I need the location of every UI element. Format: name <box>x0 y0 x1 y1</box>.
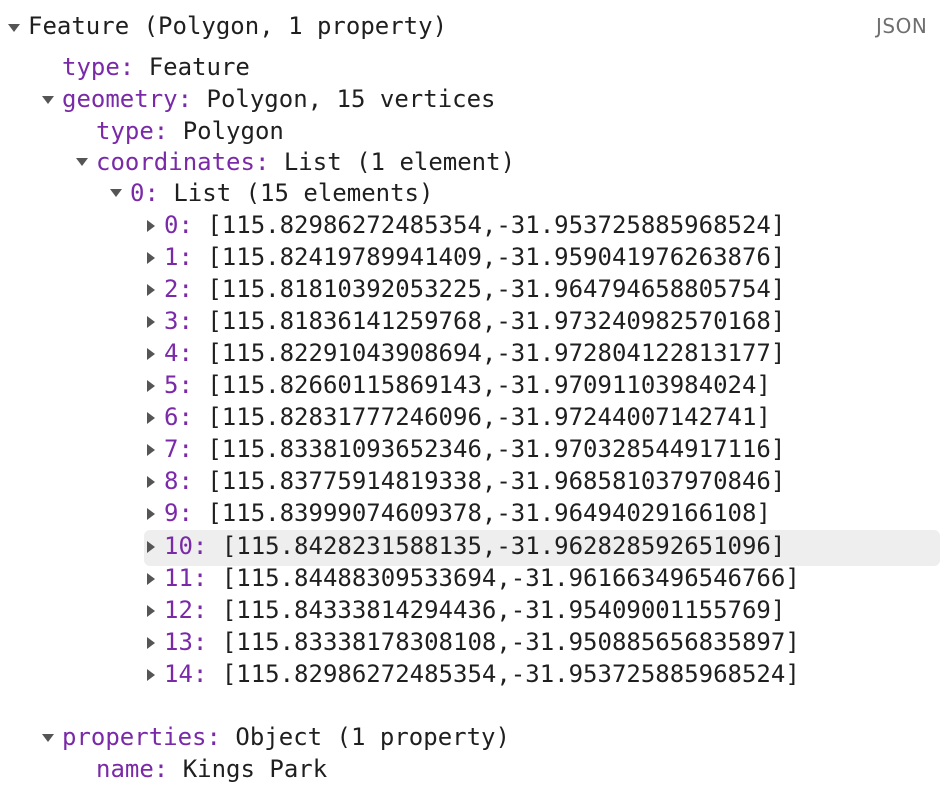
vertex-key: 3: <box>164 307 193 335</box>
property-name-key: name: <box>96 755 169 783</box>
vertex-row[interactable]: 2: [115.81810392053225,-31.9647946588057… <box>164 273 785 305</box>
ring-expand-icon[interactable] <box>110 189 122 197</box>
coordinates-key: coordinates: <box>96 148 270 176</box>
vertex-key: 5: <box>164 371 193 399</box>
coordinates-expand-icon[interactable] <box>76 158 88 166</box>
vertex-row[interactable]: 0: [115.82986272485354,-31.9537258859685… <box>164 209 785 241</box>
vertex-value: [115.81810392053225,-31.964794658805754] <box>207 275 786 303</box>
vertex-value: [115.82986272485354,-31.953725885968524] <box>207 211 786 239</box>
vertex-key: 7: <box>164 435 193 463</box>
coordinates-row[interactable]: coordinates: List (1 element) <box>96 146 515 178</box>
vertex-expand-icon[interactable] <box>147 605 155 617</box>
vertex-key: 12: <box>164 596 208 624</box>
vertex-expand-icon[interactable] <box>147 252 155 264</box>
vertex-expand-icon[interactable] <box>147 508 155 520</box>
vertex-value: [115.82291043908694,-31.972804122813177] <box>207 339 786 367</box>
vertex-row[interactable]: 8: [115.83775914819338,-31.9685810379708… <box>164 465 785 497</box>
vertex-row[interactable]: 11: [115.84488309533694,-31.961663496546… <box>164 562 800 594</box>
expand-triangle-icon[interactable] <box>8 24 20 32</box>
vertex-row[interactable]: 6: [115.82831777246096,-31.9724400714274… <box>164 401 771 433</box>
ring-summary: List (15 elements) <box>173 179 434 207</box>
geometry-row[interactable]: geometry: Polygon, 15 vertices <box>62 83 495 115</box>
vertex-key: 10: <box>164 532 208 560</box>
vertex-row-hovered[interactable]: 10: [115.8428231588135,-31.9628285926510… <box>164 530 785 562</box>
vertex-key: 2: <box>164 275 193 303</box>
vertex-expand-icon[interactable] <box>147 380 155 392</box>
vertex-key: 6: <box>164 403 193 431</box>
vertex-expand-icon[interactable] <box>147 541 155 553</box>
vertex-value: [115.82419789941409,-31.959041976263876] <box>207 243 786 271</box>
vertex-row[interactable]: 5: [115.82660115869143,-31.9709110398402… <box>164 369 771 401</box>
vertex-key: 14: <box>164 660 208 688</box>
vertex-value: [115.82660115869143,-31.97091103984024] <box>207 371 771 399</box>
vertex-value: [115.84333814294436,-31.95409001155769] <box>221 596 786 624</box>
vertex-expand-icon[interactable] <box>147 476 155 488</box>
vertex-expand-icon[interactable] <box>147 316 155 328</box>
property-name-value: Kings Park <box>182 755 328 783</box>
vertex-row[interactable]: 7: [115.83381093652346,-31.9703285449171… <box>164 433 785 465</box>
vertex-row[interactable]: 9: [115.83999074609378,-31.9649402916610… <box>164 497 771 529</box>
geometry-type-value: Polygon <box>182 117 284 145</box>
vertex-value: [115.82831777246096,-31.97244007142741] <box>207 403 771 431</box>
geometry-expand-icon[interactable] <box>42 96 54 104</box>
vertex-expand-icon[interactable] <box>147 669 155 681</box>
vertex-value: [115.83338178308108,-31.950885656835897] <box>221 628 800 656</box>
vertex-expand-icon[interactable] <box>147 412 155 424</box>
vertex-value: [115.8428231588135,-31.962828592651096] <box>221 532 786 560</box>
vertex-expand-icon[interactable] <box>147 573 155 585</box>
ring-key: 0: <box>130 179 159 207</box>
type-key: type: <box>62 53 135 81</box>
vertex-key: 11: <box>164 564 208 592</box>
geometry-type-key: type: <box>96 117 169 145</box>
vertex-row[interactable]: 4: [115.82291043908694,-31.9728041228131… <box>164 337 785 369</box>
vertex-row[interactable]: 13: [115.83338178308108,-31.950885656835… <box>164 626 800 658</box>
vertex-key: 13: <box>164 628 208 656</box>
vertex-row[interactable]: 12: [115.84333814294436,-31.954090011557… <box>164 594 785 626</box>
properties-expand-icon[interactable] <box>42 734 54 742</box>
vertex-value: [115.83999074609378,-31.96494029166108] <box>207 499 771 527</box>
vertex-key: 9: <box>164 499 193 527</box>
vertex-expand-icon[interactable] <box>147 637 155 649</box>
geometry-type-row: type: Polygon <box>96 115 284 147</box>
feature-root-label[interactable]: Feature (Polygon, 1 property) <box>28 10 447 42</box>
vertex-key: 4: <box>164 339 193 367</box>
type-row: type: Feature <box>62 51 250 83</box>
vertex-value: [115.83381093652346,-31.970328544917116] <box>207 435 786 463</box>
vertex-value: [115.81836141259768,-31.973240982570168] <box>207 307 786 335</box>
type-value: Feature <box>148 53 250 81</box>
properties-key: properties: <box>62 723 221 751</box>
vertex-value: [115.84488309533694,-31.961663496546766] <box>221 564 800 592</box>
coordinates-summary: List (1 element) <box>283 148 516 176</box>
property-name-row: name: Kings Park <box>96 753 327 785</box>
vertex-value: [115.82986272485354,-31.953725885968524] <box>221 660 800 688</box>
vertex-key: 8: <box>164 467 193 495</box>
vertex-row[interactable]: 3: [115.81836141259768,-31.9732409825701… <box>164 305 785 337</box>
vertex-expand-icon[interactable] <box>147 348 155 360</box>
properties-row[interactable]: properties: Object (1 property) <box>62 721 510 753</box>
geometry-summary: Polygon, 15 vertices <box>206 85 496 113</box>
ring-row[interactable]: 0: List (15 elements) <box>130 177 433 209</box>
geometry-key: geometry: <box>62 85 193 113</box>
json-badge: JSON <box>876 14 928 38</box>
vertex-row[interactable]: 14: [115.82986272485354,-31.953725885968… <box>164 658 800 690</box>
vertex-row[interactable]: 1: [115.82419789941409,-31.9590419762638… <box>164 241 785 273</box>
properties-summary: Object (1 property) <box>235 723 510 751</box>
vertex-expand-icon[interactable] <box>147 284 155 296</box>
vertex-key: 0: <box>164 211 193 239</box>
vertex-key: 1: <box>164 243 193 271</box>
vertex-value: [115.83775914819338,-31.968581037970846] <box>207 467 786 495</box>
vertex-expand-icon[interactable] <box>147 444 155 456</box>
vertex-expand-icon[interactable] <box>147 220 155 232</box>
